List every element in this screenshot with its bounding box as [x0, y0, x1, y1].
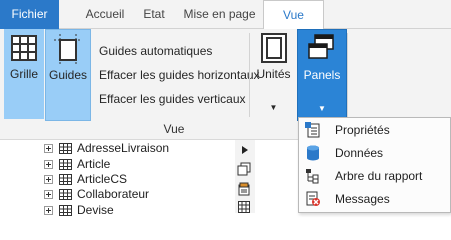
expand-icon[interactable]	[44, 159, 53, 169]
tree-item[interactable]: Collaborateur	[44, 186, 149, 202]
menu-item-label: Messages	[335, 192, 390, 206]
unites-button[interactable]: Unités ▼	[253, 29, 294, 119]
messages-icon	[306, 191, 320, 206]
grid-icon	[11, 35, 37, 61]
table-icon	[59, 158, 72, 170]
report-tree-icon	[306, 169, 319, 184]
tab-vue[interactable]: Vue	[263, 0, 324, 31]
grille-label: Grille	[9, 67, 38, 81]
ribbon-tab-strip: Fichier Accueil Etat Mise en page Vue	[0, 0, 451, 31]
guides-label: Guides	[48, 68, 88, 82]
tab-fichier[interactable]: Fichier	[0, 0, 59, 29]
effacer-guides-horizontaux-command[interactable]: Effacer les guides horizontaux	[99, 68, 260, 82]
tree-item[interactable]: Devise	[44, 202, 114, 218]
guides-button[interactable]: Guides	[45, 29, 91, 121]
panels-dropdown-menu: Propriétés Données Arbre du rapport Mess…	[298, 117, 451, 213]
guides-icon	[54, 34, 82, 64]
menu-item-arbre-du-rapport[interactable]: Arbre du rapport	[299, 165, 450, 187]
play-icon[interactable]	[241, 145, 249, 155]
tree-item[interactable]: ArticleCS	[44, 171, 127, 187]
panels-icon	[308, 34, 334, 59]
grid-icon[interactable]	[238, 201, 250, 213]
separator	[347, 33, 348, 117]
tab-etat[interactable]: Etat	[132, 0, 176, 29]
menu-item-proprietes[interactable]: Propriétés	[299, 119, 450, 141]
tree-item-label: ArticleCS	[77, 172, 128, 186]
effacer-guides-verticaux-command[interactable]: Effacer les guides verticaux	[99, 92, 246, 106]
tree-item-label: Collaborateur	[77, 187, 150, 201]
paste-icon[interactable]	[237, 182, 251, 196]
database-icon	[307, 145, 319, 161]
tree-item-label: Article	[77, 157, 111, 171]
tab-accueil[interactable]: Accueil	[78, 0, 132, 29]
menu-item-label: Propriétés	[335, 123, 390, 137]
field-tree: AdresseLivraison Article ArticleCS Colla…	[0, 140, 235, 217]
expand-icon[interactable]	[44, 143, 53, 153]
tree-item-label: Devise	[77, 203, 114, 217]
panels-label: Panels	[303, 68, 341, 82]
tree-item-label: AdresseLivraison	[77, 141, 170, 155]
properties-icon	[305, 122, 320, 138]
tree-item[interactable]: AdresseLivraison	[44, 140, 169, 156]
table-icon	[59, 204, 72, 216]
units-icon	[261, 33, 287, 63]
separator	[249, 33, 250, 117]
menu-item-messages[interactable]: Messages	[299, 188, 450, 210]
menu-item-label: Arbre du rapport	[335, 169, 423, 183]
guides-automatiques-command[interactable]: Guides automatiques	[99, 44, 212, 58]
grille-button[interactable]: Grille	[4, 29, 44, 119]
expand-icon[interactable]	[44, 174, 53, 184]
table-icon	[59, 188, 72, 200]
table-icon	[59, 173, 72, 185]
side-toolbar	[235, 140, 255, 213]
table-icon	[59, 142, 72, 154]
ribbon-group-label: Vue	[163, 122, 185, 136]
panels-button[interactable]: Panels ▼	[297, 29, 347, 121]
copy-icon[interactable]	[237, 162, 251, 176]
expand-icon[interactable]	[44, 205, 53, 215]
expand-icon[interactable]	[44, 189, 53, 199]
chevron-down-icon: ▼	[318, 104, 326, 113]
menu-item-label: Données	[335, 146, 384, 160]
unites-label: Unités	[256, 67, 291, 81]
menu-item-donnees[interactable]: Données	[299, 142, 450, 164]
tab-mise-en-page[interactable]: Mise en page	[176, 0, 263, 29]
tree-item[interactable]: Article	[44, 156, 110, 172]
chevron-down-icon: ▼	[269, 103, 278, 112]
